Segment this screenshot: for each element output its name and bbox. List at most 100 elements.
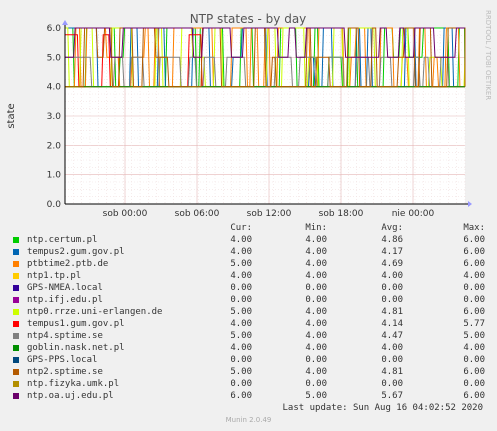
legend-row: ntp1.tp.pl 4.00 4.00 4.00 4.00 (10, 270, 490, 282)
legend-max-value: 6.00 (463, 391, 485, 401)
legend-max-value: 6.00 (463, 259, 485, 269)
legend-cur-value: 5.00 (230, 307, 252, 317)
legend-cur-value: 4.00 (230, 319, 252, 329)
y-axis-label: state (6, 103, 17, 128)
y-tick-label: 6.0 (47, 24, 62, 34)
y-axis-arrow (62, 20, 68, 25)
legend-row: tempus1.gum.gov.pl 4.00 4.00 4.14 5.77 (10, 318, 490, 330)
legend-series-name: GPS-NMEA.local (27, 283, 103, 293)
legend-series-name: ntp.fizyka.umk.pl (27, 379, 120, 389)
legend-avg-value: 4.81 (381, 367, 403, 377)
legend-swatch (13, 333, 19, 339)
legend-series-name: ptbtime2.ptb.de (27, 259, 109, 269)
legend-max-value: 4.00 (463, 343, 485, 353)
legend-min-value: 4.00 (305, 259, 327, 269)
legend-header-avg: Avg: (381, 223, 403, 233)
y-tick-label: 4.0 (47, 83, 62, 93)
legend-max-value: 0.00 (463, 379, 485, 389)
x-tick-label: nie 00:00 (392, 209, 435, 219)
legend-min-value: 4.00 (305, 247, 327, 257)
legend-cur-value: 0.00 (230, 283, 252, 293)
legend-min-value: 0.00 (305, 355, 327, 365)
legend-max-value: 4.00 (463, 271, 485, 281)
legend-series-name: tempus1.gum.gov.pl (27, 319, 125, 329)
rrdtool-side-label: RRDTOOL / TOBI OETIKER (484, 10, 492, 100)
legend-cur-value: 4.00 (230, 235, 252, 245)
legend-max-value: 5.77 (463, 319, 485, 329)
legend-row: ntp.oa.uj.edu.pl 6.00 5.00 5.67 6.00 (10, 390, 490, 402)
legend-avg-value: 0.00 (381, 295, 403, 305)
legend-series-name: ntp.certum.pl (27, 235, 98, 245)
legend-max-value: 6.00 (463, 367, 485, 377)
legend-series-name: tempus2.gum.gov.pl (27, 247, 125, 257)
legend-min-value: 4.00 (305, 235, 327, 245)
legend: Cur: Min: Avg: Max: ntp.certum.pl 4.00 4.0… (10, 222, 490, 402)
y-tick-label: 5.0 (47, 53, 62, 63)
legend-cur-value: 0.00 (230, 355, 252, 365)
legend-min-value: 4.00 (305, 319, 327, 329)
legend-cur-value: 0.00 (230, 295, 252, 305)
legend-series-name: ntp2.sptime.se (27, 367, 103, 377)
legend-series-name: goblin.nask.net.pl (27, 343, 125, 353)
legend-row: ntp.certum.pl 4.00 4.00 4.86 6.00 (10, 234, 490, 246)
last-update: Last update: Sun Aug 16 04:02:52 2020 (282, 403, 483, 413)
legend-cur-value: 4.00 (230, 247, 252, 257)
x-tick-label: sob 06:00 (175, 209, 220, 219)
legend-row: ntp.fizyka.umk.pl 0.00 0.00 0.00 0.00 (10, 378, 490, 390)
legend-row: goblin.nask.net.pl 4.00 4.00 4.00 4.00 (10, 342, 490, 354)
legend-row: ptbtime2.ptb.de 5.00 4.00 4.69 6.00 (10, 258, 490, 270)
legend-min-value: 4.00 (305, 271, 327, 281)
legend-series-name: ntp1.tp.pl (27, 271, 82, 281)
legend-row: ntp4.sptime.se 5.00 4.00 4.47 5.00 (10, 330, 490, 342)
legend-avg-value: 4.00 (381, 271, 403, 281)
legend-cur-value: 5.00 (230, 259, 252, 269)
legend-header-min: Min: (305, 223, 327, 233)
legend-row: ntp.ifj.edu.pl 0.00 0.00 0.00 0.00 (10, 294, 490, 306)
x-tick-label: sob 18:00 (319, 209, 364, 219)
legend-cur-value: 6.00 (230, 391, 252, 401)
legend-series-name: ntp.ifj.edu.pl (27, 295, 103, 305)
x-tick-label: sob 12:00 (247, 209, 292, 219)
legend-min-value: 0.00 (305, 295, 327, 305)
x-axis-arrow (468, 201, 472, 207)
legend-min-value: 4.00 (305, 367, 327, 377)
legend-max-value: 0.00 (463, 295, 485, 305)
legend-min-value: 4.00 (305, 307, 327, 317)
legend-swatch (13, 285, 19, 291)
legend-swatch (13, 273, 19, 279)
legend-max-value: 5.00 (463, 331, 485, 341)
legend-header-max: Max: (463, 223, 485, 233)
y-tick-labels: 0.0 1.0 2.0 3.0 4.0 5.0 6.0 (47, 24, 62, 210)
legend-row: GPS-PPS.local 0.00 0.00 0.00 0.00 (10, 354, 490, 366)
legend-max-value: 6.00 (463, 235, 485, 245)
legend-row: ntp0.rrze.uni-erlangen.de 5.00 4.00 4.81 6.0… (10, 306, 490, 318)
legend-cur-value: 5.00 (230, 367, 252, 377)
legend-row: GPS-NMEA.local 0.00 0.00 0.00 0.00 (10, 282, 490, 294)
legend-swatch (13, 321, 19, 327)
ntp-states-chart: NTP states - by day state RRDTOOL / TOBI… (6, 10, 492, 219)
y-tick-label: 0.0 (47, 200, 62, 210)
legend-avg-value: 4.14 (381, 319, 403, 329)
legend-max-value: 6.00 (463, 307, 485, 317)
legend-min-value: 4.00 (305, 343, 327, 353)
legend-avg-value: 4.81 (381, 307, 403, 317)
legend-swatch (13, 369, 19, 375)
legend-row: tempus2.gum.gov.pl 4.00 4.00 4.17 6.00 (10, 246, 490, 258)
legend-swatch (13, 297, 19, 303)
y-tick-label: 1.0 (47, 171, 62, 181)
x-tick-label: sob 00:00 (103, 209, 148, 219)
legend-cur-value: 4.00 (230, 343, 252, 353)
legend-max-value: 0.00 (463, 283, 485, 293)
legend-swatch (13, 309, 19, 315)
legend-avg-value: 0.00 (381, 355, 403, 365)
legend-avg-value: 4.47 (381, 331, 403, 341)
legend-avg-value: 0.00 (381, 379, 403, 389)
legend-min-value: 4.00 (305, 331, 327, 341)
y-tick-label: 2.0 (47, 141, 62, 151)
legend-avg-value: 0.00 (381, 283, 403, 293)
munin-version: Munin 2.0.49 (225, 416, 272, 424)
legend-min-value: 0.00 (305, 283, 327, 293)
legend-swatch (13, 381, 19, 387)
legend-min-value: 5.00 (305, 391, 327, 401)
legend-cur-value: 5.00 (230, 331, 252, 341)
